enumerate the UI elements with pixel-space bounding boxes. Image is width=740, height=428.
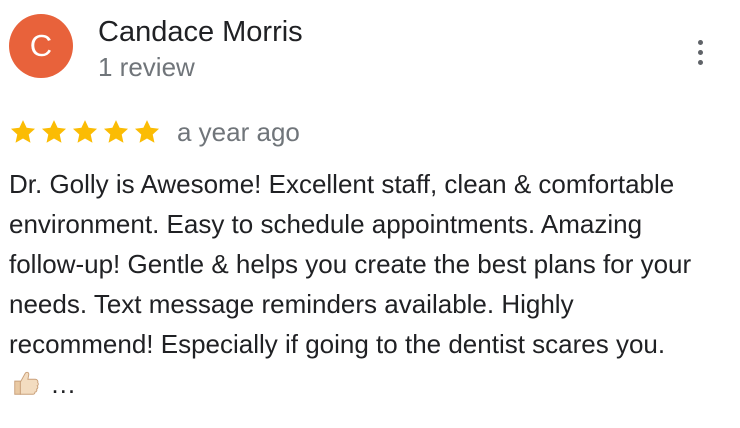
star-icon (41, 120, 67, 143)
review-text: Dr. Golly is Awesome! Excellent staff, c… (9, 164, 699, 404)
star-icon (103, 120, 129, 143)
star-rating (9, 118, 161, 146)
review-date: a year ago (177, 116, 300, 147)
more-options-button[interactable] (686, 34, 714, 70)
avatar-initial: C (29, 28, 53, 63)
more-vert-icon-dot (697, 39, 703, 45)
review-body: Dr. Golly is Awesome! Excellent staff, c… (9, 169, 692, 359)
star-icon (10, 120, 36, 143)
review-truncation-ellipsis[interactable]: … (50, 369, 76, 399)
star-icon (72, 120, 98, 143)
star-icon (134, 120, 160, 143)
avatar[interactable]: C (9, 14, 73, 78)
more-vert-icon-dot (697, 59, 703, 65)
reviewer-name[interactable]: Candace Morris (98, 14, 303, 50)
review-count[interactable]: 1 review (98, 50, 195, 84)
rating-row: a year ago (9, 114, 300, 150)
thumbs-up-icon (14, 371, 39, 395)
more-vert-icon-dot (697, 49, 703, 55)
review-card: C Candace Morris 1 review a year ago Dr.… (0, 0, 740, 428)
